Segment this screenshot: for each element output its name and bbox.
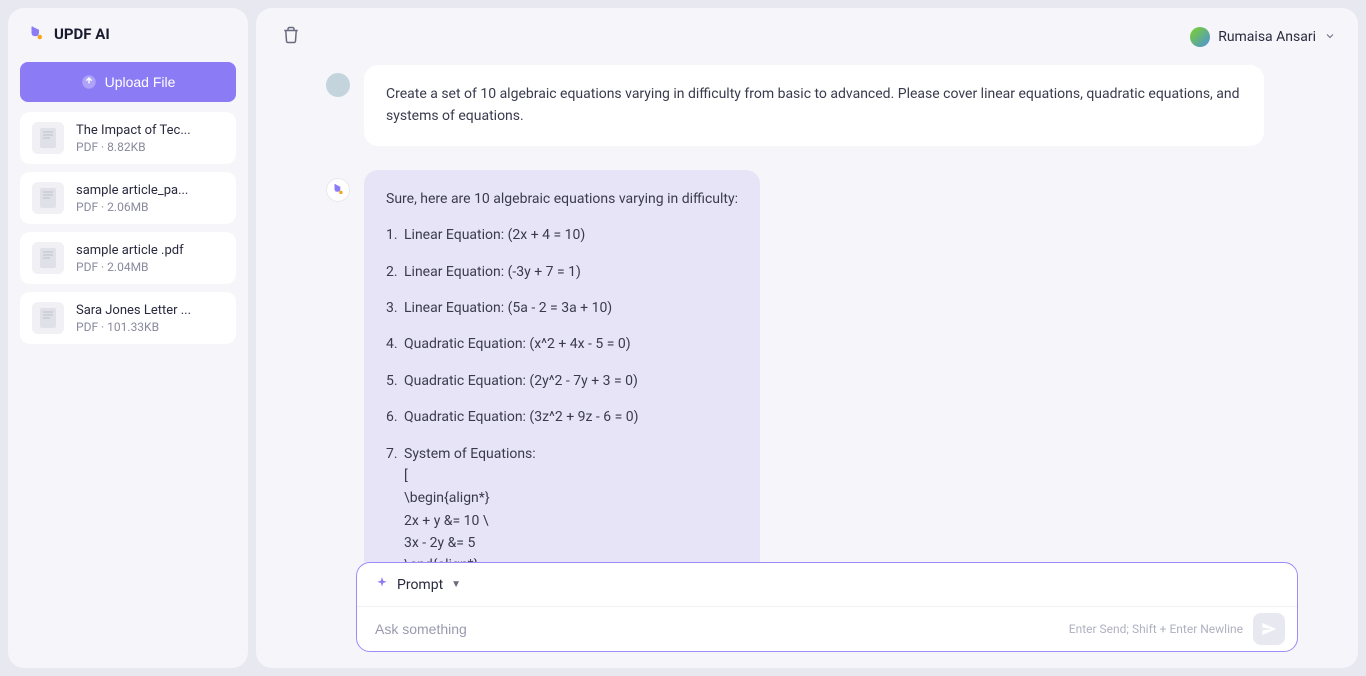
ai-avatar-icon — [326, 178, 350, 202]
file-info: sample article .pdf PDF · 2.04MB — [76, 243, 224, 274]
main-header: Rumaisa Ansari — [256, 8, 1358, 65]
delete-button[interactable] — [278, 22, 304, 51]
user-message-bubble: Create a set of 10 algebraic equations v… — [364, 65, 1264, 146]
user-avatar — [326, 73, 350, 97]
prompt-label: Prompt — [397, 577, 443, 593]
main-panel: Rumaisa Ansari Create a set of 10 algebr… — [256, 8, 1358, 668]
file-meta: PDF · 2.04MB — [76, 260, 224, 274]
sparkle-icon — [375, 575, 389, 594]
chevron-down-icon — [1324, 27, 1336, 46]
send-button[interactable] — [1253, 613, 1285, 645]
prompt-selector[interactable]: Prompt ▼ — [357, 563, 1297, 607]
file-item[interactable]: Sara Jones Letter ... PDF · 101.33KB — [20, 292, 236, 344]
user-menu[interactable]: Rumaisa Ansari — [1190, 27, 1336, 47]
list-item: 4.Quadratic Equation: (x^2 + 4x - 5 = 0) — [386, 333, 738, 355]
ai-message-row: Sure, here are 10 algebraic equations va… — [326, 170, 1298, 562]
avatar — [1190, 27, 1210, 47]
upload-icon — [81, 74, 97, 90]
file-meta: PDF · 101.33KB — [76, 320, 224, 334]
file-name: sample article_pa... — [76, 183, 224, 198]
sidebar-header: UPDF AI — [20, 20, 236, 52]
input-area: Prompt ▼ Enter Send; Shift + Enter Newli… — [256, 562, 1358, 668]
app-logo-icon — [26, 24, 46, 44]
file-info: The Impact of Tec... PDF · 8.82KB — [76, 123, 224, 154]
document-icon — [32, 242, 64, 274]
file-info: Sara Jones Letter ... PDF · 101.33KB — [76, 303, 224, 334]
list-item: 7. System of Equations: [ \begin{align*}… — [386, 443, 738, 562]
file-info: sample article_pa... PDF · 2.06MB — [76, 183, 224, 214]
file-meta: PDF · 2.06MB — [76, 200, 224, 214]
document-icon — [32, 122, 64, 154]
file-list: The Impact of Tec... PDF · 8.82KB sample… — [20, 112, 236, 344]
input-hint: Enter Send; Shift + Enter Newline — [1069, 622, 1243, 636]
file-meta: PDF · 8.82KB — [76, 140, 224, 154]
user-message-row: Create a set of 10 algebraic equations v… — [326, 65, 1298, 146]
file-item[interactable]: sample article .pdf PDF · 2.04MB — [20, 232, 236, 284]
chat-area[interactable]: Create a set of 10 algebraic equations v… — [256, 65, 1358, 562]
list-item: 6.Quadratic Equation: (3z^2 + 9z - 6 = 0… — [386, 406, 738, 428]
file-name: sample article .pdf — [76, 243, 224, 258]
file-name: The Impact of Tec... — [76, 123, 224, 138]
sidebar: UPDF AI Upload File The Impact of Tec...… — [8, 8, 248, 668]
document-icon — [32, 182, 64, 214]
input-row: Enter Send; Shift + Enter Newline — [357, 607, 1297, 651]
message-input[interactable] — [375, 607, 1069, 651]
app-title: UPDF AI — [54, 25, 110, 43]
list-item: 3.Linear Equation: (5a - 2 = 3a + 10) — [386, 297, 738, 319]
document-icon — [32, 302, 64, 334]
list-item: 5.Quadratic Equation: (2y^2 - 7y + 3 = 0… — [386, 370, 738, 392]
file-item[interactable]: The Impact of Tec... PDF · 8.82KB — [20, 112, 236, 164]
user-name: Rumaisa Ansari — [1218, 29, 1316, 45]
list-item: 2.Linear Equation: (-3y + 7 = 1) — [386, 261, 738, 283]
caret-down-icon: ▼ — [451, 579, 461, 590]
ai-intro: Sure, here are 10 algebraic equations va… — [386, 188, 738, 210]
input-box: Prompt ▼ Enter Send; Shift + Enter Newli… — [356, 562, 1298, 652]
list-item: 1.Linear Equation: (2x + 4 = 10) — [386, 224, 738, 246]
ai-message-bubble: Sure, here are 10 algebraic equations va… — [364, 170, 760, 562]
upload-file-button[interactable]: Upload File — [20, 62, 236, 102]
file-name: Sara Jones Letter ... — [76, 303, 224, 318]
upload-button-label: Upload File — [105, 74, 176, 90]
file-item[interactable]: sample article_pa... PDF · 2.06MB — [20, 172, 236, 224]
